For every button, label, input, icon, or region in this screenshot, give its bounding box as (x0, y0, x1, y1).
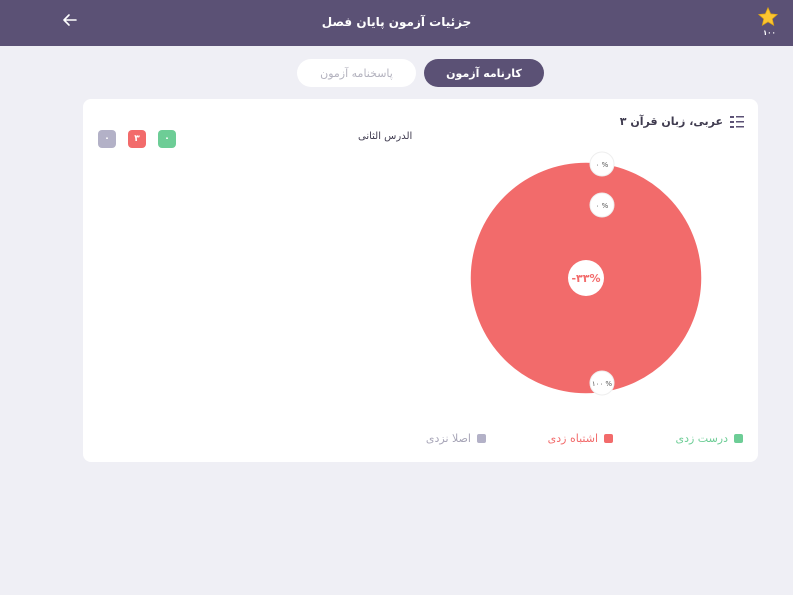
legend-correct-swatch (734, 434, 743, 443)
legend-unanswered-swatch (477, 434, 486, 443)
slice-label-none: ۰ % (589, 192, 615, 218)
legend-wrong: اشتباه زدی (548, 432, 613, 445)
lesson-title: عربی، زبان قرآن ۳ (619, 115, 723, 128)
legend-wrong-label: اشتباه زدی (547, 432, 598, 445)
slice-label-wrong-text: ۱۰۰ % (592, 380, 613, 388)
slice-label-wrong: ۱۰۰ % (589, 370, 615, 396)
top-bar: جزئیات آزمون پایان فصل ۱۰۰ (0, 0, 793, 46)
slice-label-none-text: ۰ % (596, 202, 609, 210)
legend-correct-label: درست زدی (675, 432, 728, 445)
legend-wrong-swatch (604, 434, 613, 443)
center-label: -۳۳% (568, 260, 604, 296)
slice-label-correct: ۰ % (589, 151, 615, 177)
star-count: ۱۰۰ (763, 29, 776, 37)
page-title: جزئیات آزمون پایان فصل (321, 15, 472, 29)
legend-unanswered-label: اصلا نزدی (425, 432, 471, 445)
tab-answer-sheet[interactable]: پاسخنامه آزمون (297, 59, 416, 87)
wrong-count-badge: ۳ (128, 130, 146, 148)
lesson-subtitle: الدرس الثانی (358, 131, 413, 142)
legend-correct: درست زدی (675, 432, 743, 445)
unanswered-count-badge: ۰ (98, 130, 116, 148)
result-pie-chart: ۰ % ۰ % ۱۰۰ % -۳۳% (469, 151, 703, 396)
legend-unanswered: اصلا نزدی (426, 432, 486, 445)
star-icon (757, 6, 779, 27)
center-label-text: -۳۳% (571, 272, 600, 285)
correct-count-badge: ۰ (158, 130, 176, 148)
list-icon (730, 116, 744, 128)
slice-label-correct-text: ۰ % (596, 161, 609, 169)
tab-report-card[interactable]: کارنامه آزمون (424, 59, 544, 87)
